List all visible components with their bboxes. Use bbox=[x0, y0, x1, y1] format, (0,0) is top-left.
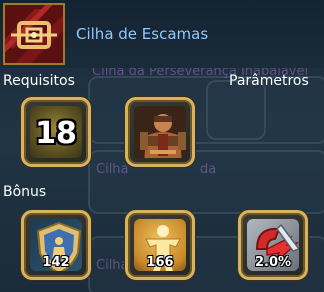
critical-damage-icon: 2.0% bbox=[247, 219, 299, 271]
level-requirement-slot: 18 bbox=[21, 97, 91, 167]
bonus-label: Bônus bbox=[3, 184, 47, 200]
parameters-label: Parâmetros bbox=[229, 73, 309, 89]
critical-bonus-value: 2.0% bbox=[254, 255, 292, 270]
warrior-portrait-icon bbox=[134, 106, 186, 158]
background-text: Cilha bbox=[96, 258, 129, 273]
background-text: Cilha bbox=[96, 162, 129, 177]
required-level-value: 18 bbox=[35, 116, 77, 151]
item-name: Cilha de Escamas bbox=[76, 25, 209, 43]
background-ghost-slot bbox=[206, 80, 266, 140]
saddle-girth-icon bbox=[3, 3, 65, 65]
tooltip-header: Cilha de Escamas bbox=[0, 0, 324, 68]
bonus-slot-critical: 2.0% bbox=[238, 210, 308, 280]
requirements-label: Requisitos bbox=[3, 73, 75, 89]
defense-bonus-value: 142 bbox=[42, 255, 70, 270]
background-ghost-row bbox=[88, 150, 324, 214]
bonus-slot-defense: 142 bbox=[21, 210, 91, 280]
background-text: da bbox=[200, 162, 217, 177]
class-requirement-slot bbox=[125, 97, 195, 167]
bonus-slot-strength: 166 bbox=[125, 210, 195, 280]
defense-shield-icon: 142 bbox=[30, 219, 82, 271]
strength-bonus-value: 166 bbox=[146, 255, 174, 270]
strength-body-icon: 166 bbox=[134, 219, 186, 271]
level-badge-icon: 18 bbox=[30, 106, 82, 158]
